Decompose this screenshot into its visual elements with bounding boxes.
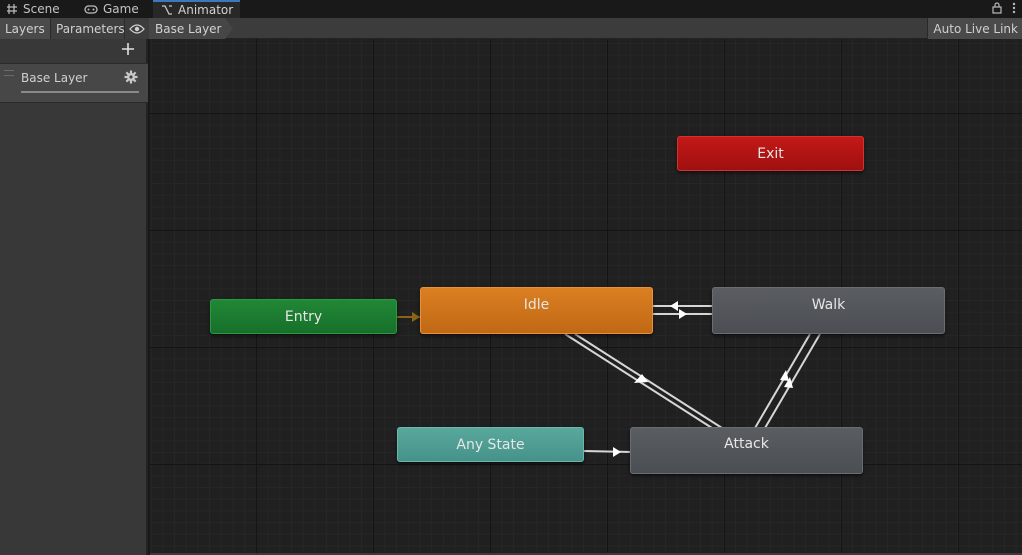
gamepad-icon bbox=[84, 3, 98, 15]
state-label: Attack bbox=[724, 436, 769, 452]
drag-handle-icon[interactable] bbox=[4, 70, 14, 76]
state-walk[interactable]: Walk bbox=[712, 287, 945, 334]
state-label: Walk bbox=[811, 297, 846, 313]
window-tab-bar: Scene Game Animator bbox=[0, 0, 1022, 18]
parameters-tab-button[interactable]: Parameters bbox=[51, 18, 125, 39]
layer-item[interactable]: Base Layer bbox=[0, 63, 148, 103]
animator-icon bbox=[161, 4, 173, 16]
layers-panel: Base Layer bbox=[0, 39, 148, 555]
state-any-state[interactable]: Any State bbox=[397, 427, 584, 462]
state-entry[interactable]: Entry bbox=[210, 299, 397, 334]
tab-label: Scene bbox=[23, 2, 60, 16]
gear-icon[interactable] bbox=[124, 70, 138, 84]
tab-label: Game bbox=[103, 2, 139, 16]
auto-live-link-button[interactable]: Auto Live Link bbox=[927, 18, 1022, 39]
tab-game[interactable]: Game bbox=[84, 0, 139, 18]
tab-label: Animator bbox=[178, 3, 234, 17]
add-layer-icon[interactable] bbox=[120, 41, 136, 57]
state-attack[interactable]: Attack bbox=[630, 427, 863, 474]
eye-icon[interactable] bbox=[125, 18, 149, 39]
state-idle[interactable]: Idle bbox=[420, 287, 653, 334]
state-label: Any State bbox=[456, 436, 525, 453]
state-label: Exit bbox=[757, 145, 784, 162]
state-exit[interactable]: Exit bbox=[677, 136, 864, 171]
layer-weight-bar bbox=[21, 91, 139, 93]
window-controls bbox=[992, 2, 1016, 17]
state-label: Entry bbox=[284, 308, 323, 325]
lock-icon[interactable] bbox=[992, 2, 1002, 17]
more-options-icon[interactable] bbox=[1012, 2, 1016, 17]
breadcrumb[interactable]: Base Layer bbox=[149, 18, 233, 39]
grid-icon bbox=[6, 3, 18, 15]
layer-name: Base Layer bbox=[21, 71, 88, 85]
tab-scene[interactable]: Scene bbox=[6, 0, 60, 18]
animator-toolbar: Layers Parameters Base Layer Auto Live L… bbox=[0, 18, 1022, 39]
layers-tab-button[interactable]: Layers bbox=[0, 18, 51, 39]
tab-animator[interactable]: Animator bbox=[153, 0, 240, 18]
state-label: Idle bbox=[523, 297, 550, 313]
